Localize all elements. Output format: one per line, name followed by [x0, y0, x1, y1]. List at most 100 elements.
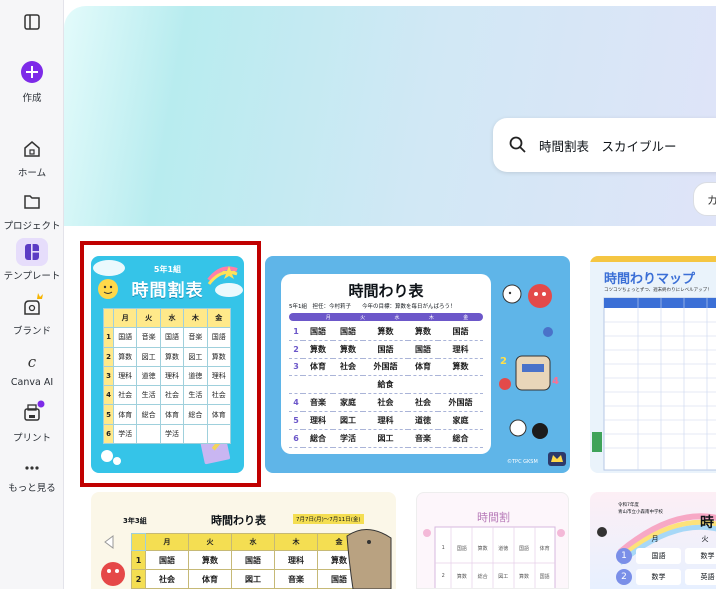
- table-cell: 社会: [408, 393, 438, 413]
- sidebar-item-create[interactable]: 作成: [0, 60, 64, 104]
- table-cell: 総合: [438, 429, 483, 448]
- table-cell: [303, 375, 333, 395]
- search-bar[interactable]: 時間割表 スカイブルー: [493, 118, 716, 172]
- template-2-info: 5年1組 担任：今村莉子 今年の目標：算数を毎日がんばろう！: [289, 304, 456, 310]
- table-day-cell: 金: [463, 314, 469, 321]
- table-day-cell: 火: [701, 535, 709, 543]
- sidebar-item-print[interactable]: プリント: [0, 400, 64, 444]
- template-5-row-1: 1 国語 算数 道徳 国語 体育: [435, 545, 555, 552]
- table-cell: 学活: [333, 429, 363, 448]
- table-cell: 音楽: [303, 393, 333, 413]
- table-cell: 算数: [408, 323, 438, 341]
- sidebar-item-label: ブランド: [12, 326, 51, 337]
- templates-icon: [16, 238, 48, 266]
- sidebar-item-label: テンプレート: [3, 271, 61, 282]
- sidebar-item-canva-ai[interactable]: c Canva AI: [0, 347, 64, 388]
- table-cell: 理科: [363, 411, 408, 431]
- template-2-robot-illustration: 4 2: [499, 284, 566, 466]
- table-cell: 外国語: [438, 393, 483, 413]
- brand-icon: [16, 293, 48, 321]
- sidebar-item-label: プリント: [12, 433, 51, 444]
- template-3-subtitle: コツコツちょっとずつ、週末終わりにレベルアップ！: [604, 288, 712, 293]
- table-cell: 体育: [408, 358, 438, 377]
- table-row: 4 音楽 家庭 社会 社会 外国語: [289, 393, 483, 413]
- table-cell: 英語: [685, 569, 716, 585]
- template-2-title: 時間わり表: [348, 282, 424, 300]
- table-cell: 国語: [456, 546, 467, 552]
- template-6-school: 青山市立小森南中学校: [618, 510, 663, 515]
- filter-chip[interactable]: カ: [693, 182, 716, 216]
- sidebar-item-home[interactable]: ホーム: [0, 135, 64, 179]
- template-3-title: 時間わりマップ: [604, 272, 696, 287]
- table-cell: 算数: [456, 574, 467, 580]
- table-cell: 国語: [333, 323, 363, 341]
- table-cell: 算数: [477, 546, 488, 552]
- table-row: 6 総合 学活 図工 音楽 総合: [289, 429, 483, 448]
- print-icon: [16, 400, 48, 428]
- table-cell: 体育: [539, 546, 550, 552]
- table-cell: [333, 375, 363, 395]
- table-cell: 理科: [438, 340, 483, 359]
- table-cell: [408, 375, 438, 395]
- template-3-grid: [592, 297, 716, 471]
- sidebar-item-label: ホーム: [17, 168, 47, 179]
- table-period-cell: 4: [289, 393, 303, 413]
- table-day-cell: 月: [325, 314, 331, 321]
- search-input[interactable]: 時間割表 スカイブルー: [539, 136, 677, 155]
- main-content: 時間割表 スカイブルー カ 5年1組 時間割表 月火水木金 1 国語 音楽 国語 音楽 国語…: [64, 0, 716, 589]
- sidebar-item-more[interactable]: もっと見る: [0, 458, 64, 494]
- folder-icon: [16, 188, 48, 216]
- table-cell: 算数: [303, 340, 333, 359]
- template-card-4[interactable]: 3年3組 時間わり表 7月7日(月)～7月11日(金) 月火水木金 1 国語 算数 国語…: [91, 492, 396, 589]
- table-cell: 家庭: [333, 393, 363, 413]
- table-cell: 音楽: [408, 429, 438, 448]
- template-6-header: 月火: [630, 534, 716, 544]
- table-cell: 図工: [498, 574, 509, 580]
- table-cell: 国語: [438, 323, 483, 341]
- table-cell: 外国語: [363, 358, 408, 377]
- table-cell: 図工: [363, 429, 408, 448]
- sidebar-item-label: Canva AI: [10, 377, 54, 388]
- table-cell: 道徳: [498, 546, 509, 552]
- table-row: 1 国語 国語 算数 算数 国語: [289, 323, 483, 341]
- template-card-6[interactable]: 令和7年度 青山市立小森南中学校 時 月火 1 国語 数学 2 数学 英語: [590, 492, 716, 589]
- template-2-day-header: 月火水木金: [289, 313, 483, 321]
- selection-highlight: [80, 241, 261, 487]
- table-period-cell: 3: [289, 358, 303, 377]
- template-card-5[interactable]: 時間割 1 国語 算数 道徳 国語 体育 2 算数 総合 図工 算数 国語: [416, 492, 569, 589]
- more-dots-icon: [16, 458, 48, 478]
- table-cell: 道徳: [408, 411, 438, 431]
- template-card-3[interactable]: 時間わりマップ コツコツちょっとずつ、週末終わりにレベルアップ！: [590, 256, 716, 473]
- table-row: 3 体育 社会 外国語 体育 算数: [289, 358, 483, 377]
- table-cell: 社会: [363, 393, 408, 413]
- panel-toggle-icon: [16, 8, 48, 36]
- table-cell: 国語: [518, 546, 529, 552]
- table-cell: 総合: [303, 429, 333, 448]
- search-icon: [509, 136, 526, 153]
- sidebar-toggle-button[interactable]: [0, 8, 64, 36]
- sidebar-item-label: プロジェクト: [3, 221, 61, 232]
- svg-text:2: 2: [500, 356, 507, 367]
- sidebar-item-projects[interactable]: プロジェクト: [0, 188, 64, 232]
- table-period-cell: 2: [289, 340, 303, 359]
- table-cell: 国語: [636, 548, 681, 564]
- table-cell: 算数: [333, 340, 363, 359]
- table-row: 2 算数 算数 国語 国語 理科: [289, 340, 483, 359]
- plus-icon: [16, 60, 48, 88]
- table-period-cell: 1: [441, 545, 445, 551]
- template-2-sheet: 時間わり表 5年1組 担任：今村莉子 今年の目標：算数を毎日がんばろう！ 月 火 水…: [281, 274, 491, 454]
- template-card-2[interactable]: 時間わり表 5年1組 担任：今村莉子 今年の目標：算数を毎日がんばろう！ 月 火 水…: [265, 256, 570, 473]
- sidebar-item-brand[interactable]: ブランド: [0, 293, 64, 337]
- table-cell: 算数: [518, 574, 529, 580]
- table-row: 5 理科 図工 理科 道徳 家庭: [289, 411, 483, 431]
- table-period-cell: 2: [616, 569, 632, 585]
- table-day-cell: 水: [394, 314, 400, 321]
- sidebar: 作成 ホーム プロジェクト テンプレート ブランド c Canva AI プリン…: [0, 0, 64, 589]
- sidebar-item-templates[interactable]: テンプレート: [0, 238, 64, 282]
- table-day-cell: 火: [360, 314, 366, 321]
- sidebar-item-label: 作成: [22, 93, 42, 104]
- home-icon: [16, 135, 48, 163]
- table-cell: 国語: [408, 340, 438, 359]
- table-cell: 給食: [363, 375, 408, 395]
- table-period-cell: 6: [289, 429, 303, 448]
